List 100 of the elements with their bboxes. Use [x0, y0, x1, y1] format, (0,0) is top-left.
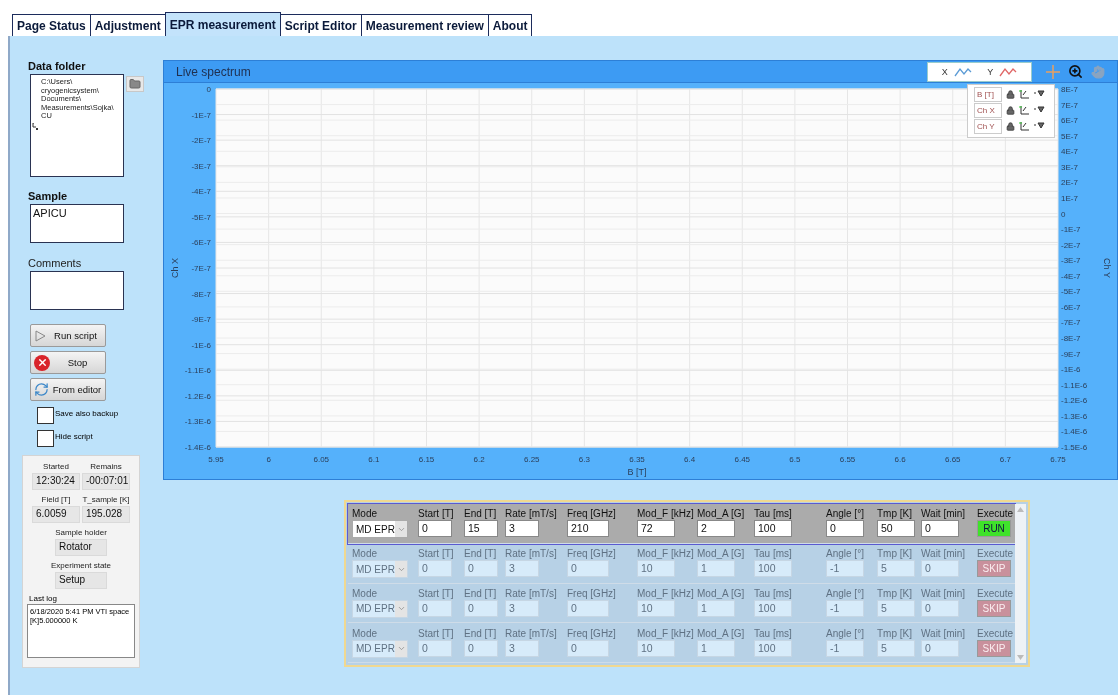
zoom-icon[interactable] [1068, 64, 1083, 79]
input-field[interactable]: 1 [697, 560, 735, 578]
input-field[interactable]: 0 [567, 560, 609, 578]
execute-button[interactable]: SKIP [977, 599, 1011, 617]
autoscale-icon[interactable] [1019, 106, 1030, 115]
tick-label: 6.45 [734, 455, 751, 464]
tick-label: -1E-7 [1061, 225, 1081, 235]
format-icon[interactable] [1034, 106, 1045, 115]
input-field[interactable]: 15 [464, 520, 498, 538]
input-field[interactable]: 210 [567, 520, 609, 538]
input-field[interactable]: 0 [921, 639, 959, 657]
input-field[interactable]: 0 [567, 599, 609, 617]
autoscale-icon[interactable] [1019, 122, 1030, 131]
tick-label: -1E-6 [1061, 365, 1081, 375]
field-label: Data folder [28, 60, 87, 72]
field-label: Sample [28, 190, 69, 202]
input-field[interactable]: 3 [505, 599, 539, 617]
input-field[interactable]: 0 [418, 520, 452, 538]
format-icon[interactable] [1034, 122, 1045, 131]
action-button[interactable]: From editor [30, 378, 106, 401]
comments-field[interactable] [30, 271, 124, 310]
input-field[interactable]: 2 [697, 520, 735, 538]
tick-label: 6 [266, 455, 271, 464]
tick-label: 6.05 [313, 455, 330, 464]
input-field[interactable]: 100 [754, 560, 792, 578]
action-button[interactable]: Run script [30, 324, 106, 347]
input-field[interactable]: 0 [464, 560, 498, 578]
input-field[interactable]: 3 [505, 639, 539, 657]
input-field[interactable]: 3 [505, 520, 539, 538]
tab[interactable]: Page Status [12, 14, 91, 36]
lock-icon[interactable] [1006, 90, 1015, 99]
input-field[interactable]: 0 [418, 560, 452, 578]
tab[interactable]: Adjustment [89, 14, 166, 36]
mode-dropdown[interactable]: MD EPR [352, 560, 408, 579]
tick-label: 8E-7 [1061, 85, 1078, 94]
tick-label: 6E-7 [1061, 116, 1078, 126]
input-field[interactable]: 5 [877, 560, 915, 578]
tick-label: 0 [1061, 209, 1066, 219]
input-field[interactable]: 1 [697, 639, 735, 657]
lock-icon[interactable] [1006, 106, 1015, 115]
execute-button[interactable]: RUN [977, 520, 1011, 538]
input-field[interactable]: 0 [921, 560, 959, 578]
lock-icon[interactable] [1006, 122, 1015, 131]
input-field[interactable]: 5 [877, 639, 915, 657]
column-label: Wait [min] [921, 627, 967, 639]
input-field[interactable]: 3 [505, 560, 539, 578]
tab[interactable]: About [487, 14, 533, 36]
readout-value: Rotator [55, 539, 107, 556]
column-label: Tau [ms] [754, 587, 793, 599]
column-label: Mode [352, 627, 378, 639]
input-field[interactable]: -1 [826, 599, 864, 617]
tick-label: -1E-7 [191, 110, 211, 120]
autoscale-icon[interactable] [1019, 90, 1030, 99]
input-field[interactable]: 100 [754, 520, 792, 538]
input-field[interactable]: 72 [637, 520, 675, 538]
tick-label: -1.1E-6 [1061, 380, 1088, 390]
tick-label: -1.2E-6 [184, 391, 211, 401]
input-field[interactable]: 100 [754, 639, 792, 657]
browse-button[interactable] [126, 76, 144, 92]
checkbox[interactable] [37, 430, 54, 447]
input-field[interactable]: 0 [418, 599, 452, 617]
column-label: Start [T] [418, 587, 455, 599]
action-button[interactable]: Stop [30, 351, 106, 374]
input-field[interactable]: 0 [464, 639, 498, 657]
mode-dropdown[interactable]: MD EPR [352, 639, 408, 658]
execute-button[interactable]: SKIP [977, 560, 1011, 578]
tick-label: 6.3 [578, 455, 590, 464]
sample-field[interactable]: APICU [30, 204, 124, 243]
tab[interactable]: Script Editor [279, 14, 362, 36]
input-field[interactable]: 10 [637, 560, 675, 578]
column-label: Angle [°] [826, 548, 865, 560]
tick-label: -3E-7 [191, 161, 211, 171]
input-field[interactable]: 0 [464, 599, 498, 617]
input-field[interactable]: 100 [754, 599, 792, 617]
column-label: Rate [mT/s] [505, 548, 558, 560]
mode-dropdown[interactable]: MD EPR [352, 599, 408, 618]
checkbox[interactable] [37, 407, 54, 424]
input-field[interactable]: -1 [826, 639, 864, 657]
tick-label: 6.2 [473, 455, 485, 464]
input-field[interactable]: -1 [826, 560, 864, 578]
input-field[interactable]: 5 [877, 599, 915, 617]
tab[interactable]: EPR measurement [164, 12, 281, 36]
format-icon[interactable] [1034, 90, 1045, 99]
input-field[interactable]: 1 [697, 599, 735, 617]
input-field[interactable]: 0 [921, 599, 959, 617]
input-field[interactable]: 50 [877, 520, 915, 538]
input-field[interactable]: 10 [637, 599, 675, 617]
mode-dropdown[interactable]: MD EPR [352, 520, 408, 539]
input-field[interactable]: 0 [567, 639, 609, 657]
input-field[interactable]: 0 [418, 639, 452, 657]
input-field[interactable]: 0 [826, 520, 864, 538]
tick-label: -7E-7 [191, 264, 211, 273]
column-label: Mod_A [G] [697, 508, 746, 520]
column-label: Rate [mT/s] [505, 587, 558, 599]
input-field[interactable]: 0 [921, 520, 959, 538]
input-field[interactable]: 10 [637, 639, 675, 657]
execute-button[interactable]: SKIP [977, 639, 1011, 657]
readout-value: Setup [55, 572, 107, 589]
column-label: Tmp [K] [877, 508, 913, 520]
tick-label: -2E-7 [191, 136, 211, 146]
